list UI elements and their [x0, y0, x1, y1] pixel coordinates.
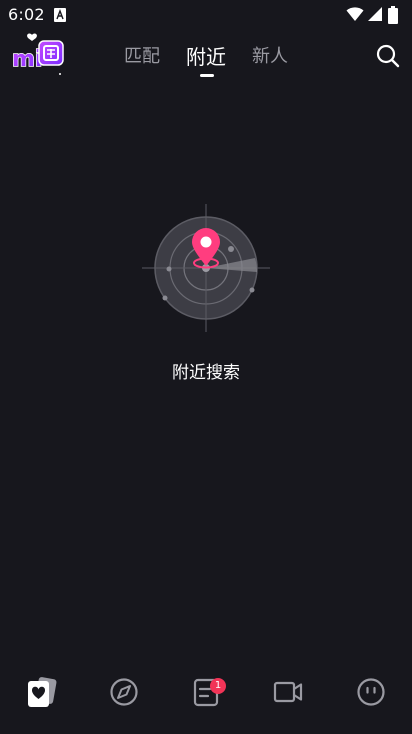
video-icon	[273, 681, 303, 703]
top-tabs: 匹配 附近 新人	[110, 42, 310, 82]
radar-location-icon	[140, 202, 272, 334]
a-text-icon	[54, 7, 66, 22]
empty-state-text: 附近搜索	[172, 363, 240, 383]
status-icons	[346, 6, 402, 24]
tab-nearby[interactable]: 附近	[186, 41, 226, 71]
wifi-icon	[346, 7, 364, 21]
battery-icon	[388, 6, 398, 24]
profile-face-icon	[357, 678, 385, 706]
status-time: 6:02	[8, 5, 45, 24]
tab-newcomers[interactable]: 新人	[252, 42, 288, 72]
search-icon	[376, 44, 400, 68]
status-bar: 6:02	[0, 0, 412, 30]
nav-item-profile[interactable]	[351, 672, 391, 712]
nav-item-video[interactable]	[268, 672, 308, 712]
compass-icon	[110, 678, 138, 706]
nav-item-messages[interactable]: 1	[186, 672, 226, 712]
svg-text:mi: mi	[12, 47, 42, 72]
cards-icon	[28, 677, 57, 707]
unread-badge: 1	[210, 678, 226, 694]
search-button[interactable]	[374, 42, 402, 70]
app-screen: 6:02 mi 匹配 附近 新人 附近搜索 1	[0, 0, 412, 734]
app-logo: mi	[10, 33, 72, 77]
signal-icon	[368, 7, 382, 21]
active-tab-indicator	[200, 74, 214, 77]
nav-item-cards[interactable]	[21, 672, 61, 712]
bottom-nav: 1	[0, 664, 412, 724]
tab-match[interactable]: 匹配	[124, 42, 160, 72]
nav-item-discover[interactable]	[104, 672, 144, 712]
top-header: mi 匹配 附近 新人	[0, 30, 412, 86]
